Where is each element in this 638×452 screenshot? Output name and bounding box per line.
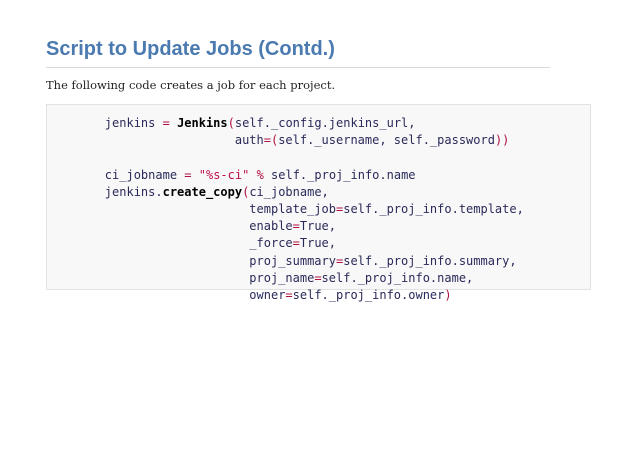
code-line: _force=True, [47,235,590,252]
code-token: ) [444,287,452,302]
code-token: = [314,270,322,285]
code-token: = [162,116,170,130]
slide-title: Script to Update Jobs (Contd.) [46,38,335,60]
code-line: enable=True, [47,218,590,235]
code-token: = [292,219,300,234]
code-token: self._username, self._password [278,133,495,148]
code-token: enable [47,219,293,234]
code-token: =( [263,133,279,148]
code-line: ci_jobname = "%s-ci" % self._proj_info.n… [47,167,590,184]
code-token: % [256,167,264,182]
code-token: self._proj_info.name [263,167,416,182]
code-line: template_job=self._proj_info.template, [47,201,590,218]
code-block: jenkins = Jenkins(self._config.jenkins_u… [46,104,591,302]
title-divider [46,67,550,68]
code-token: template_job [47,201,336,216]
code-token: self._proj_info.name, [321,270,474,285]
code-line: auth=(self._username, self._password)) [47,132,590,149]
code-token: _force [47,236,293,251]
code-listing: jenkins = Jenkins(self._config.jenkins_u… [47,115,590,304]
code-token: proj_name [47,270,315,285]
code-token: proj_summary [47,253,336,268]
code-token: self._proj_info.owner [292,287,445,302]
code-token: ( [227,116,235,130]
code-token: )) [494,133,510,148]
code-line: proj_summary=self._proj_info.summary, [47,253,590,270]
code-token: jenkins [47,116,163,130]
code-token: ci_jobname, [249,184,329,199]
code-token: auth [47,133,264,148]
code-token: jenkins. [47,184,163,199]
intro-text: The following code creates a job for eac… [46,78,336,92]
code-token: "%s-ci" [198,167,250,182]
code-line: jenkins.create_copy(ci_jobname, [47,184,590,201]
code-token: Jenkins [177,116,228,130]
code-token: create_copy [162,184,243,199]
code-token: True, [299,236,336,251]
code-token: True, [299,219,336,234]
code-token: self._config.jenkins_url, [234,116,416,130]
slide: Script to Update Jobs (Contd.) The follo… [0,0,638,452]
code-token: self._proj_info.template, [343,201,524,216]
code-token: ci_jobname [47,167,185,182]
code-token: self._proj_info.summary, [343,253,517,268]
code-token: owner [47,287,286,302]
code-line: jenkins = Jenkins(self._config.jenkins_u… [47,115,590,132]
code-token: = [285,287,293,302]
code-line: owner=self._proj_info.owner) [47,287,590,304]
code-line: proj_name=self._proj_info.name, [47,270,590,287]
code-token: = [184,167,192,182]
code-token: = [292,236,300,251]
